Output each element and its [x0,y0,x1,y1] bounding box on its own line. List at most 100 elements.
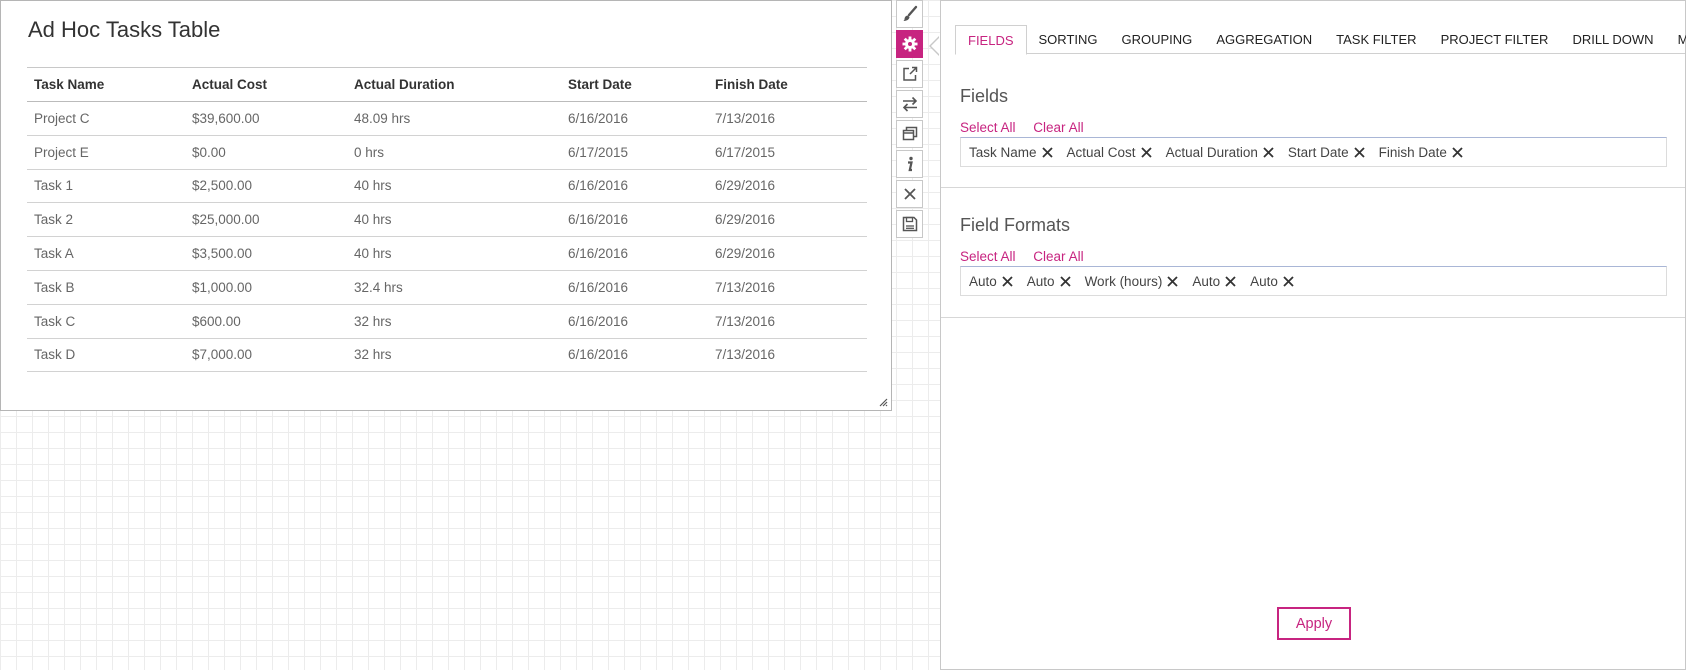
remove-chip-icon[interactable] [1283,275,1294,287]
fields-clear-all-link[interactable]: Clear All [1033,120,1083,135]
table-cell: 40 hrs [347,169,561,204]
settings-panel: FIELDS SORTING GROUPING AGGREGATION TASK… [940,0,1686,670]
field-formats-section: Field Formats Select All Clear All Auto … [941,188,1685,318]
remove-chip-icon[interactable] [1041,146,1053,158]
table-row[interactable]: Task A $3,500.00 40 hrs 6/16/2016 6/29/2… [27,236,867,271]
info-icon [907,156,913,172]
tab-project-filter[interactable]: PROJECT FILTER [1429,25,1561,54]
save-icon [902,216,917,232]
copy-window-icon [902,126,917,141]
save-button[interactable] [896,210,923,238]
remove-chip-icon[interactable] [1002,275,1013,287]
field-chip-label: Actual Duration [1165,144,1258,160]
table-row[interactable]: Task C $600.00 32 hrs 6/16/2016 7/13/201… [27,304,867,339]
field-chip-label: Start Date [1287,144,1349,160]
table-cell: 6/16/2016 [561,169,708,204]
settings-button[interactable] [896,30,923,58]
format-chip: Auto [969,274,1013,289]
remove-button[interactable] [896,180,923,208]
field-chip: Finish Date [1379,145,1463,160]
settings-tab-bar: FIELDS SORTING GROUPING AGGREGATION TASK… [955,25,1686,55]
table-cell: Task D [27,338,185,373]
tab-sorting[interactable]: SORTING [1027,25,1110,54]
table-row[interactable]: Task B $1,000.00 32.4 hrs 6/16/2016 7/13… [27,270,867,305]
tab-aggregation[interactable]: AGGREGATION [1204,25,1324,54]
table-cell: 0 hrs [347,135,561,170]
table-cell: Task 2 [27,202,185,238]
table-cell: 6/16/2016 [561,338,708,373]
table-row[interactable]: Project E $0.00 0 hrs 6/17/2015 6/17/201… [27,135,867,170]
format-chip: Auto [1250,274,1294,289]
table-cell: Project E [27,135,185,170]
table-row[interactable]: Project C $39,600.00 48.09 hrs 6/16/2016… [27,101,867,136]
column-header[interactable]: Task Name [27,67,185,102]
table-cell: $39,600.00 [185,101,347,136]
table-cell: 6/16/2016 [561,270,708,305]
tab-misc[interactable]: MISC [1666,25,1686,54]
resize-grip-icon[interactable] [879,398,888,407]
tab-grouping[interactable]: GROUPING [1110,25,1205,54]
table-cell: 6/17/2015 [708,135,867,170]
format-chip-label: Auto [1192,273,1221,289]
table-cell: Project C [27,101,185,136]
format-chip-label: Auto [1250,273,1278,289]
field-chip-label: Task Name [969,144,1037,160]
table-cell: $1,000.00 [185,270,347,305]
copy-button[interactable] [896,120,923,148]
table-row[interactable]: Task 2 $25,000.00 40 hrs 6/16/2016 6/29/… [27,202,867,238]
formats-chip-input[interactable]: Auto Auto Work (hours) Auto Auto [960,266,1667,296]
table-cell: 6/29/2016 [708,169,867,204]
tab-fields[interactable]: FIELDS [955,25,1027,55]
table-cell: Task C [27,304,185,339]
column-header[interactable]: Actual Cost [185,67,347,102]
table-row[interactable]: Task 1 $2,500.00 40 hrs 6/16/2016 6/29/2… [27,169,867,204]
external-link-icon [902,66,917,81]
table-cell: 6/17/2015 [561,135,708,170]
tab-task-filter[interactable]: TASK FILTER [1324,25,1428,54]
fields-chip-input[interactable]: Task Name Actual Cost Actual Duration St… [960,137,1667,167]
table-cell: 48.09 hrs [347,101,561,136]
apply-button[interactable]: Apply [1277,607,1351,640]
swap-button[interactable] [896,90,923,118]
table-cell: 6/16/2016 [561,236,708,271]
info-button[interactable] [896,150,923,178]
column-header[interactable]: Finish Date [708,67,867,102]
table-cell: Task A [27,236,185,271]
open-external-button[interactable] [896,60,923,88]
table-cell: $3,500.00 [185,236,347,271]
table-cell: 32.4 hrs [347,270,561,305]
fields-section: Fields Select All Clear All Task Name Ac… [941,54,1685,188]
remove-chip-icon[interactable] [1167,275,1178,287]
formats-clear-all-link[interactable]: Clear All [1033,249,1083,264]
column-header[interactable]: Start Date [561,67,708,102]
brush-button[interactable] [896,0,923,28]
close-icon [903,188,916,200]
field-formats-section-title: Field Formats [960,215,1071,235]
formats-select-all-link[interactable]: Select All [960,249,1016,264]
remove-chip-icon[interactable] [1059,275,1071,287]
field-chip: Actual Cost [1067,145,1152,160]
table-cell: 32 hrs [347,338,561,373]
table-cell: $7,000.00 [185,338,347,373]
table-cell: Task 1 [27,169,185,204]
table-cell: $600.00 [185,304,347,339]
table-row[interactable]: Task D $7,000.00 32 hrs 6/16/2016 7/13/2… [27,338,867,373]
format-chip: Auto [1027,274,1071,289]
remove-chip-icon[interactable] [1452,146,1463,158]
fields-select-all-link[interactable]: Select All [960,120,1016,135]
table-cell: 32 hrs [347,304,561,339]
column-header[interactable]: Actual Duration [347,67,561,102]
table-cell: 7/13/2016 [708,270,867,305]
table-cell: Task B [27,270,185,305]
field-chip: Actual Duration [1166,145,1274,160]
table-header-row: Task Name Actual Cost Actual Duration St… [27,67,867,102]
popover-arrow-inner [931,37,940,55]
table-cell: 6/29/2016 [708,236,867,271]
remove-chip-icon[interactable] [1263,146,1274,158]
table-cell: 40 hrs [347,202,561,238]
tab-drill-down[interactable]: DRILL DOWN [1560,25,1665,54]
remove-chip-icon[interactable] [1225,275,1236,287]
remove-chip-icon[interactable] [1140,146,1152,158]
table-cell: 6/16/2016 [561,304,708,339]
remove-chip-icon[interactable] [1354,146,1365,158]
